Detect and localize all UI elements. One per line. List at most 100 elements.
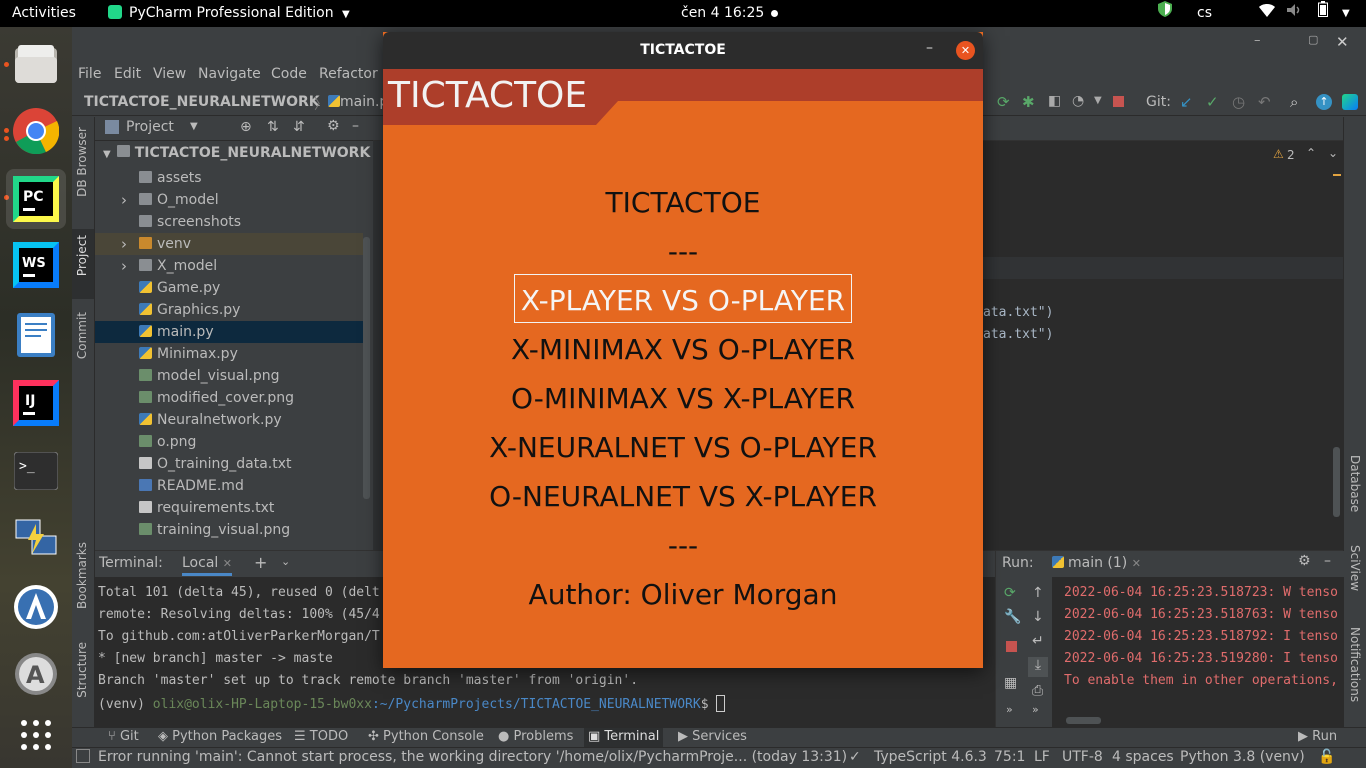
notifications-tab[interactable]: Notifications (1348, 627, 1362, 702)
app-menu[interactable]: PyCharm Professional Edition ▼ (108, 0, 350, 27)
run-scrollbar[interactable] (1066, 717, 1101, 724)
coverage-icon[interactable]: ◧ (1048, 93, 1061, 109)
update-arrow-icon[interactable]: ↑ (1316, 94, 1332, 110)
gear-icon[interactable]: ⚙ (1298, 553, 1311, 569)
wifi-icon[interactable] (1259, 0, 1275, 27)
bookmarks-tab[interactable]: Bookmarks (75, 542, 89, 609)
network-manager-icon[interactable] (12, 514, 60, 562)
tab-todo[interactable]: ☰ TODO (294, 729, 348, 744)
activities-button[interactable]: Activities (12, 0, 76, 27)
terminal-prompt[interactable]: (venv) olix@olix-HP-Laptop-15-bw0xx:~/Py… (98, 695, 726, 712)
menu-file[interactable]: File (78, 66, 101, 82)
intellij-icon[interactable]: IJ (12, 379, 60, 427)
breadcrumb-project[interactable]: TICTACTOE_NEURALNETWORK (84, 94, 320, 110)
software-updater-icon[interactable]: A (12, 650, 60, 698)
maximize-icon[interactable]: ▢ (1308, 33, 1318, 46)
menu-option-x-neuralnet-vs-o-player[interactable]: X-NEURALNET VS O-PLAYER (383, 428, 983, 468)
tab-services[interactable]: ▶ Services (678, 729, 747, 744)
project-panel-title[interactable]: Project (126, 119, 174, 135)
hide-panel-icon[interactable]: – (352, 118, 359, 134)
menu-navigate[interactable]: Navigate (198, 66, 261, 82)
tree-item[interactable]: training_visual.png (119, 519, 409, 541)
chevron-down-icon[interactable]: ▼ (190, 121, 198, 132)
stop-icon[interactable] (1006, 641, 1017, 652)
more-icon[interactable]: » (1032, 703, 1039, 716)
db-browser-tab[interactable]: DB Browser (75, 127, 89, 197)
layout-icon[interactable]: ▦ (1004, 675, 1017, 691)
project-tab[interactable]: Project (75, 235, 89, 276)
show-applications-icon[interactable] (12, 711, 60, 759)
menu-option-o-neuralnet-vs-x-player[interactable]: O-NEURALNET VS X-PLAYER (383, 477, 983, 517)
close-tab-icon[interactable]: ✕ (1132, 557, 1141, 570)
print-icon[interactable]: ⎙ (1032, 683, 1043, 699)
android-studio-icon[interactable] (12, 583, 60, 631)
webstorm-icon[interactable]: WS (12, 241, 60, 289)
chevron-right-icon[interactable]: › (121, 233, 127, 255)
tab-git[interactable]: ⑂ Git (108, 729, 139, 744)
menu-refactor[interactable]: Refactor (319, 66, 378, 82)
soft-wrap-icon[interactable]: ↵ (1032, 633, 1044, 649)
close-tab-icon[interactable]: ✕ (223, 557, 232, 570)
terminal-icon[interactable]: >_ (12, 447, 60, 495)
tree-item[interactable]: screenshots (119, 211, 409, 233)
menu-code[interactable]: Code (271, 66, 307, 82)
tree-root[interactable]: ▼ TICTACTOE_NEURALNETWORK (103, 145, 370, 161)
keyboard-layout[interactable]: cs (1197, 0, 1212, 27)
expand-all-icon[interactable]: ⇅ (267, 119, 279, 135)
git-rollback-icon[interactable]: ↶ (1258, 93, 1271, 111)
chevron-right-icon[interactable]: › (121, 255, 127, 277)
hide-panel-icon[interactable]: – (1324, 553, 1331, 569)
tab-python-packages[interactable]: ◈ Python Packages (158, 729, 282, 744)
project-scrollbar[interactable] (363, 237, 370, 499)
status-typescript[interactable]: TypeScript 4.6.3 (874, 749, 987, 765)
tab-python-console[interactable]: ✣ Python Console (368, 729, 484, 744)
close-icon[interactable]: ✕ (1336, 33, 1349, 51)
git-commit-icon[interactable]: ✓ (1206, 93, 1219, 111)
status-position[interactable]: 75:1 (994, 749, 1025, 765)
tab-terminal[interactable]: ▣ Terminal (584, 728, 664, 748)
rerun-icon[interactable]: ⟳ (1004, 585, 1016, 601)
shield-icon[interactable] (1158, 0, 1172, 27)
tree-item[interactable]: › venv (95, 233, 363, 255)
down-arrow-icon[interactable]: ↓ (1032, 609, 1044, 625)
lock-icon[interactable]: 🔓 (1318, 749, 1335, 765)
profile-icon[interactable]: ◔ (1072, 93, 1084, 109)
gear-icon[interactable]: ⚙ (327, 118, 340, 134)
editor-scrollbar[interactable] (1333, 447, 1340, 517)
wrench-icon[interactable]: 🔧 (1004, 609, 1021, 625)
stop-icon[interactable] (1113, 96, 1124, 107)
commit-tab[interactable]: Commit (75, 312, 89, 359)
status-line-separator[interactable]: LF (1034, 749, 1050, 765)
git-update-icon[interactable]: ↙ (1180, 93, 1193, 111)
volume-icon[interactable] (1287, 0, 1303, 27)
menu-view[interactable]: View (153, 66, 186, 82)
new-tab-icon[interactable]: + (254, 553, 267, 572)
menu-option-o-minimax-vs-x-player[interactable]: O-MINIMAX VS X-PLAYER (383, 379, 983, 419)
scroll-to-end-icon[interactable]: ⤓ (1028, 657, 1048, 677)
structure-tab[interactable]: Structure (75, 642, 89, 698)
rerun-icon[interactable]: ⟳ (997, 93, 1010, 111)
vcs-check-icon[interactable]: ✓ (849, 749, 861, 765)
next-highlight-icon[interactable]: ⌄ (1328, 146, 1338, 160)
files-icon[interactable] (12, 40, 60, 88)
up-arrow-icon[interactable]: ↑ (1032, 585, 1044, 601)
battery-icon[interactable] (1318, 0, 1328, 27)
terminal-tab-local[interactable]: Local ✕ (182, 555, 232, 576)
status-indent[interactable]: 4 spaces (1112, 749, 1174, 765)
run-tool-button[interactable]: ▶ Run (1298, 729, 1337, 744)
chevron-right-icon[interactable]: › (121, 189, 127, 211)
locate-target-icon[interactable]: ⊕ (240, 119, 252, 135)
tree-item[interactable]: main.py (95, 321, 363, 343)
tab-problems[interactable]: ● Problems (498, 729, 573, 744)
run-tab[interactable]: main (1) ✕ (1052, 555, 1141, 571)
menu-option-x-player-vs-o-player[interactable]: X-PLAYER VS O-PLAYER (383, 281, 983, 321)
chevron-down-icon[interactable]: ▼ (1094, 95, 1102, 106)
more-icon[interactable]: » (1006, 703, 1013, 716)
database-tab[interactable]: Database (1348, 455, 1362, 512)
warning-icon[interactable]: ⚠ (1273, 147, 1284, 161)
status-interpreter[interactable]: Python 3.8 (venv) (1180, 749, 1305, 765)
text-editor-icon[interactable] (12, 311, 60, 359)
status-message[interactable]: Error running 'main': Cannot start proce… (98, 749, 847, 765)
prev-highlight-icon[interactable]: ⌃ (1306, 146, 1316, 160)
search-icon[interactable]: ⌕ (1290, 93, 1298, 111)
